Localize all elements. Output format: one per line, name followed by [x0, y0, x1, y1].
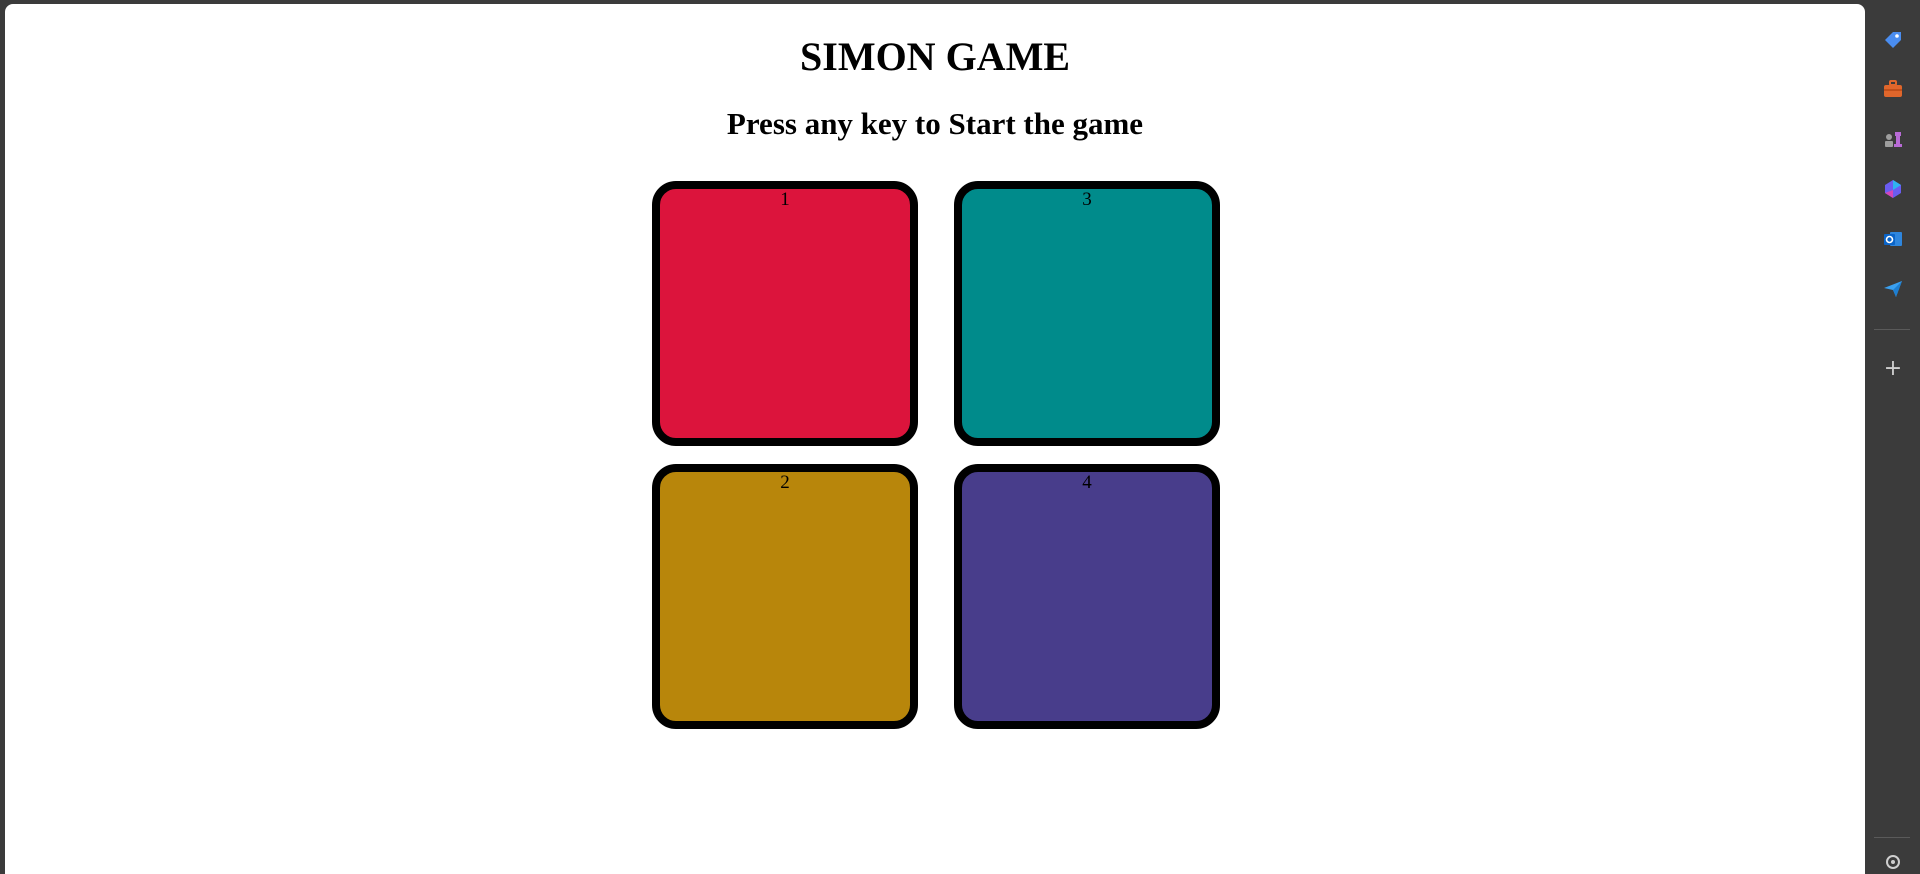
settings-icon[interactable] — [1881, 850, 1905, 874]
simon-button-teal[interactable]: 3 — [954, 181, 1220, 446]
add-icon[interactable]: + — [1881, 357, 1905, 381]
simon-button-gold[interactable]: 2 — [652, 464, 918, 729]
simon-button-purple[interactable]: 4 — [954, 464, 1220, 729]
chess-icon[interactable] — [1881, 127, 1905, 151]
sidebar-divider-bottom — [1874, 837, 1910, 838]
outlook-icon[interactable] — [1881, 227, 1905, 251]
tag-icon[interactable] — [1881, 28, 1905, 52]
copilot-icon[interactable] — [1881, 177, 1905, 201]
button-label: 4 — [1082, 472, 1092, 493]
sidebar-divider — [1874, 329, 1910, 330]
simon-button-red[interactable]: 1 — [652, 181, 918, 446]
add-label: + — [1883, 356, 1903, 381]
send-icon[interactable] — [1881, 277, 1905, 301]
page-content: SIMON GAME Press any key to Start the ga… — [5, 4, 1865, 874]
button-label: 3 — [1082, 189, 1092, 210]
button-label: 1 — [780, 189, 790, 210]
page-title: SIMON GAME — [800, 34, 1070, 79]
button-label: 2 — [780, 472, 790, 493]
briefcase-icon[interactable] — [1881, 77, 1905, 101]
level-status: Press any key to Start the game — [726, 106, 1144, 141]
browser-sidebar: + — [1865, 0, 1920, 869]
